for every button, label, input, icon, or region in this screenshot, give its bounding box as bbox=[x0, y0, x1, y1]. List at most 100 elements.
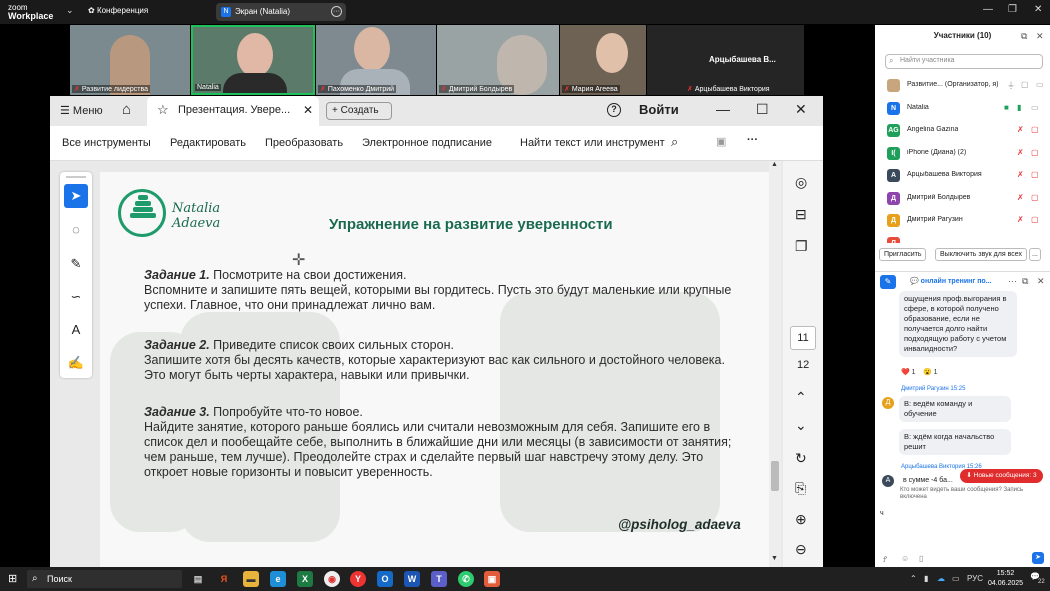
close-tab-icon[interactable]: ✕ bbox=[303, 103, 313, 117]
yandex-icon[interactable]: Я bbox=[216, 571, 232, 587]
all-tools-button[interactable]: Все инструменты bbox=[62, 137, 151, 149]
edit-button[interactable]: Редактировать bbox=[170, 137, 246, 149]
mute-all-button[interactable]: Выключить звук для всех bbox=[935, 248, 1027, 261]
create-button[interactable]: + Создать bbox=[326, 102, 392, 120]
conference-menu[interactable]: ✿ Конференция bbox=[88, 6, 148, 15]
close-window-button[interactable]: ✕ bbox=[1034, 4, 1042, 15]
video-tile-active-speaker[interactable]: Natalia bbox=[191, 25, 315, 95]
chat-visibility-notice[interactable]: Кто может видеть ваши сообщения? Запись … bbox=[900, 487, 1045, 501]
star-icon[interactable]: ☆ bbox=[157, 102, 169, 118]
whatsapp-icon[interactable]: ✆ bbox=[458, 571, 474, 587]
tray-overflow-icon[interactable]: ⌃ bbox=[910, 574, 917, 583]
file-explorer-icon[interactable]: ▬ bbox=[243, 571, 259, 587]
chevron-down-icon[interactable]: ⌄ bbox=[66, 5, 74, 16]
participant-row[interactable]: Развитие... (Организатор, я) ▢ ⏚ ▭ bbox=[875, 75, 1050, 98]
previous-page-icon[interactable]: ⌃ bbox=[795, 389, 807, 406]
esign-button[interactable]: Электронное подписание bbox=[362, 137, 492, 149]
edge-icon[interactable]: e bbox=[270, 571, 286, 587]
taskbar-search-input[interactable]: ⌕ Поиск bbox=[27, 570, 182, 588]
invite-button[interactable]: Пригласить bbox=[879, 248, 927, 261]
video-tile[interactable]: ✗ Дмитрий Болдырев bbox=[437, 25, 559, 95]
export-icon[interactable]: ⎘ bbox=[795, 480, 806, 497]
send-icon[interactable]: ➤ bbox=[1032, 552, 1044, 564]
scroll-down-arrow-icon[interactable]: ▼ bbox=[771, 555, 778, 562]
rotate-icon[interactable]: ↻ bbox=[795, 450, 807, 467]
participant-row[interactable]: N Natalia ■ ▮ ▭ bbox=[875, 98, 1050, 121]
document-tab[interactable]: ☆ Презентация. Увере... ✕ bbox=[147, 96, 319, 126]
comment-icon[interactable]: ◌ bbox=[64, 218, 88, 242]
highlight-pen-icon[interactable]: ✎ bbox=[64, 252, 88, 276]
reaction-wow[interactable]: 😮 1 bbox=[923, 368, 938, 376]
more-icon[interactable]: ▭ bbox=[1031, 103, 1039, 112]
scrollbar-thumb[interactable] bbox=[771, 461, 779, 491]
close-icon[interactable]: ✕ bbox=[1037, 276, 1045, 287]
save-icon[interactable]: ▣ bbox=[716, 135, 726, 148]
bookmark-icon[interactable]: ⊟ bbox=[795, 206, 807, 223]
text-box-icon[interactable]: A bbox=[64, 318, 88, 342]
vertical-scrollbar[interactable]: ▲ ▼ bbox=[769, 161, 781, 567]
menu-button[interactable]: ☰ Меню bbox=[60, 104, 103, 117]
zoom-out-icon[interactable]: ⊖ bbox=[795, 541, 807, 558]
help-icon[interactable]: ? bbox=[607, 103, 621, 117]
cloud-icon[interactable]: ☁ bbox=[937, 574, 945, 583]
popout-icon[interactable]: ⧉ bbox=[1022, 276, 1028, 287]
teams-icon[interactable]: T bbox=[431, 571, 447, 587]
format-icon[interactable]: Ꝭ bbox=[883, 554, 887, 565]
close-icon[interactable]: ✕ bbox=[1036, 31, 1044, 42]
chat-input[interactable]: ч bbox=[880, 510, 884, 517]
participant-row[interactable]: I(iPhone (Диана) (2) ✗ ▢ bbox=[875, 143, 1050, 166]
mic-tray-icon[interactable]: ▮ bbox=[924, 574, 928, 583]
excel-icon[interactable]: X bbox=[297, 571, 313, 587]
video-tile[interactable]: ✗ Пахоменко Дмитрий bbox=[316, 25, 436, 95]
language-indicator[interactable]: РУС bbox=[967, 574, 983, 583]
zoom-in-icon[interactable]: ⊕ bbox=[795, 511, 807, 528]
minimize-icon[interactable]: — bbox=[716, 101, 730, 117]
next-page-icon[interactable]: ⌄ bbox=[795, 417, 807, 434]
draw-icon[interactable]: ∽ bbox=[64, 285, 88, 309]
video-tile[interactable]: ✗ Мария Агеева bbox=[560, 25, 646, 95]
page-number-input[interactable]: 11 bbox=[790, 326, 816, 350]
zoom-app-icon[interactable]: ▣ bbox=[484, 571, 500, 587]
select-tool-icon[interactable]: ➤ bbox=[64, 184, 88, 208]
outlook-icon[interactable]: O bbox=[377, 571, 393, 587]
find-tool-input[interactable]: Найти текст или инструмент bbox=[520, 137, 665, 149]
convert-button[interactable]: Преобразовать bbox=[265, 137, 343, 149]
reaction-heart[interactable]: ❤️ 1 bbox=[901, 368, 916, 376]
word-icon[interactable]: W bbox=[404, 571, 420, 587]
close-icon[interactable]: ✕ bbox=[795, 101, 807, 118]
compose-icon[interactable]: ✎ bbox=[880, 275, 896, 289]
task-view-icon[interactable]: ▤ bbox=[190, 571, 206, 587]
chrome-icon[interactable]: ◉ bbox=[324, 571, 340, 587]
emoji-icon[interactable]: ☺ bbox=[901, 554, 909, 563]
participant-row[interactable]: А Арцыбашева Виктория ✗ ▢ bbox=[875, 165, 1050, 188]
ai-assistant-icon[interactable]: ◎ bbox=[795, 174, 807, 191]
participant-row[interactable]: AG Angelina Gazina ✗ ▢ bbox=[875, 120, 1050, 143]
participant-row[interactable]: Д Дмитрий Болдырев ✗ ▢ bbox=[875, 188, 1050, 211]
restore-window-button[interactable]: ❐ bbox=[1008, 4, 1017, 15]
screen-share-pill[interactable]: N Экран (Natalia) ··· bbox=[216, 3, 346, 21]
network-icon[interactable]: ▭ bbox=[952, 574, 960, 583]
more-participant-options-button[interactable]: ... bbox=[1029, 248, 1041, 261]
participant-search-input[interactable]: ⌕ Найти участника bbox=[885, 54, 1043, 69]
login-button[interactable]: Войти bbox=[639, 102, 679, 117]
yandex-browser-icon[interactable]: Y bbox=[350, 571, 366, 587]
scroll-up-arrow-icon[interactable]: ▲ bbox=[771, 161, 778, 168]
search-icon[interactable]: ⌕ bbox=[671, 134, 678, 150]
more-icon[interactable]: ▭ bbox=[1036, 80, 1044, 89]
maximize-icon[interactable]: ☐ bbox=[756, 101, 769, 118]
participant-row[interactable]: Л bbox=[875, 233, 1050, 243]
participant-row[interactable]: Д Дмитрий Рагузин ✗ ▢ bbox=[875, 210, 1050, 233]
home-icon[interactable]: ⌂ bbox=[122, 101, 131, 118]
more-icon[interactable]: ··· bbox=[1008, 276, 1017, 286]
windows-start-icon[interactable]: ⊞ bbox=[8, 572, 17, 585]
new-messages-button[interactable]: ⬇ Новые сообщения: 3 bbox=[960, 469, 1043, 483]
more-options-icon[interactable]: ··· bbox=[331, 6, 342, 17]
minimize-window-button[interactable]: — bbox=[983, 4, 993, 15]
more-icon[interactable]: ··· bbox=[747, 134, 758, 146]
sign-icon[interactable]: ✍ bbox=[64, 351, 88, 375]
video-tile[interactable]: Арцыбашева В... ✗ Арцыбашева Виктория bbox=[647, 25, 804, 95]
system-clock[interactable]: 15:52 04.06.2025 bbox=[988, 569, 1023, 589]
popout-icon[interactable]: ⧉ bbox=[1021, 31, 1027, 42]
file-icon[interactable]: ▯ bbox=[919, 554, 923, 563]
pages-icon[interactable]: ❐ bbox=[795, 238, 808, 255]
